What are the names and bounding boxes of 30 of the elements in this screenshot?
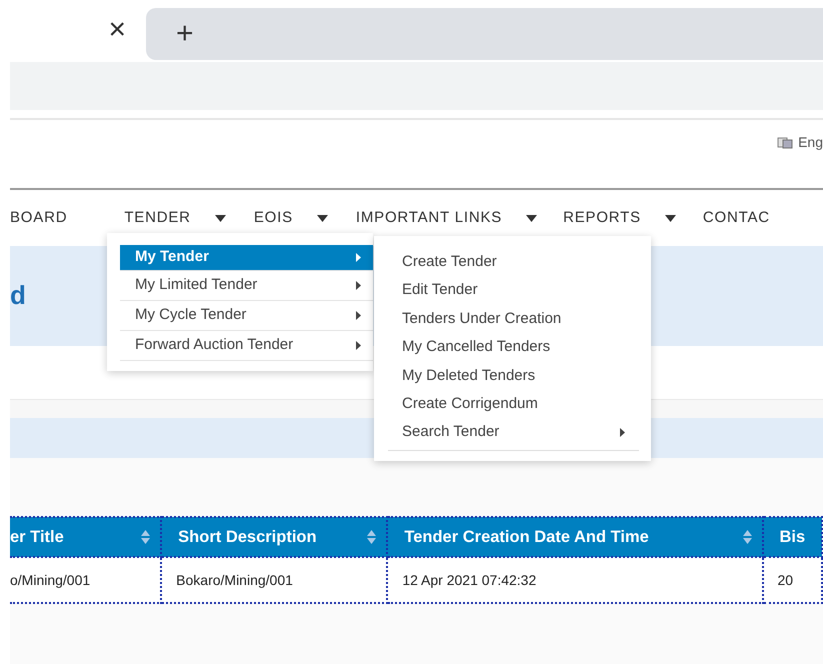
nav-item[interactable]: CONTAC [702,206,770,230]
nav-item[interactable]: BOARD [10,206,68,230]
close-tab-button[interactable]: × [108,15,126,45]
menu-item[interactable]: Create Corrigendum [388,390,639,418]
menu-item[interactable]: My Deleted Tenders [388,362,639,390]
nav-item[interactable]: EOIS [254,206,293,230]
menu-item[interactable]: My Tender [120,245,373,271]
menu-item[interactable]: Forward Auction Tender [120,331,373,361]
menu-item[interactable]: My Cycle Tender [120,301,373,331]
nav-item[interactable]: TENDER [124,206,191,230]
language-selector[interactable]: Eng [798,132,823,153]
table-cell: o/Mining/001 [10,557,162,603]
menu-item[interactable]: Create Tender [388,248,639,276]
table-cell: Bokaro/Mining/001 [161,557,388,603]
nav-item[interactable]: REPORTS [563,206,641,230]
nav-item[interactable]: IMPORTANT LINKS [356,206,502,230]
column-header: Bis [762,517,822,557]
menu-item[interactable]: Tenders Under Creation [388,304,639,334]
column-header[interactable]: Tender Creation Date And Time [387,517,763,557]
table-cell: 20 [762,557,822,603]
menu-item[interactable]: Edit Tender [388,276,639,305]
menu-item[interactable]: My Cancelled Tenders [388,333,639,362]
new-tab-button[interactable]: + [176,19,194,49]
language-icon [777,136,794,148]
table-cell: 12 Apr 2021 07:42:32 [387,557,763,603]
column-header[interactable]: er Title [10,517,162,557]
menu-item[interactable]: My Limited Tender [120,271,373,301]
column-header[interactable]: Short Description [161,517,388,557]
menu-item[interactable]: Search Tender [388,418,639,447]
page-heading: d [10,280,26,312]
